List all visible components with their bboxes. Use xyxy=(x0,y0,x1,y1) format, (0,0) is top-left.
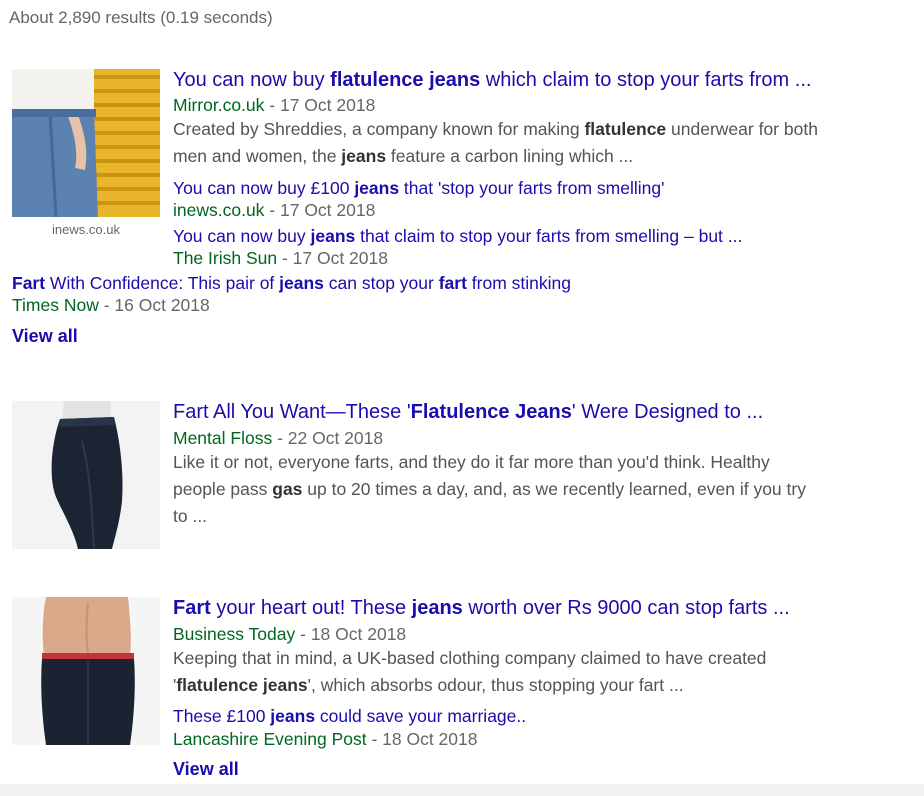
result-meta-mirror: Mirror.co.uk - 17 Oct 2018 xyxy=(173,94,375,116)
related-meta-lancashire: Lancashire Evening Post - 18 Oct 2018 xyxy=(173,729,478,749)
thumbnail-jeans-yellow-wall[interactable] xyxy=(12,69,160,217)
source-name: Mirror.co.uk xyxy=(173,95,265,115)
result-title-mirror[interactable]: You can now buy flatulence jeans which c… xyxy=(173,68,811,92)
related-link-inews[interactable]: You can now buy £100 jeans that 'stop yo… xyxy=(173,177,664,199)
related-meta-inews: inews.co.uk - 17 Oct 2018 xyxy=(173,200,376,220)
page-bottom-bar xyxy=(0,784,924,796)
thumbnail-shirtless-jeans[interactable] xyxy=(12,597,160,745)
publish-date: - 17 Oct 2018 xyxy=(264,95,376,115)
related-link-lancashire[interactable]: These £100 jeans could save your marriag… xyxy=(173,705,526,727)
result-snippet-mirror: Created by Shreddies, a company known fo… xyxy=(173,119,818,166)
result-meta-mental-floss: Mental Floss - 22 Oct 2018 xyxy=(173,428,384,448)
related-link-times-now[interactable]: Fart With Confidence: This pair of jeans… xyxy=(12,272,571,294)
results-stats: About 2,890 results (0.19 seconds) xyxy=(9,8,273,27)
thumbnail-dark-jeans-side[interactable] xyxy=(12,401,160,549)
result-snippet-mental-floss: Like it or not, everyone farts, and they… xyxy=(173,452,806,526)
view-all-link[interactable]: View all xyxy=(12,326,78,347)
result-meta-business-today: Business Today - 18 Oct 2018 xyxy=(173,624,407,644)
related-meta-times-now: Times Now - 16 Oct 2018 xyxy=(12,295,210,315)
thumbnail-caption: inews.co.uk xyxy=(52,222,120,237)
view-all-link-2[interactable]: View all xyxy=(173,759,239,780)
related-link-irish-sun[interactable]: You can now buy jeans that claim to stop… xyxy=(173,225,742,247)
result-title-mental-floss[interactable]: Fart All You Want—These 'Flatulence Jean… xyxy=(173,400,763,424)
result-title-business-today[interactable]: Fart your heart out! These jeans worth o… xyxy=(173,596,790,620)
result-snippet-business-today: Keeping that in mind, a UK-based clothin… xyxy=(173,648,767,695)
related-meta-irish-sun: The Irish Sun - 17 Oct 2018 xyxy=(173,248,388,268)
